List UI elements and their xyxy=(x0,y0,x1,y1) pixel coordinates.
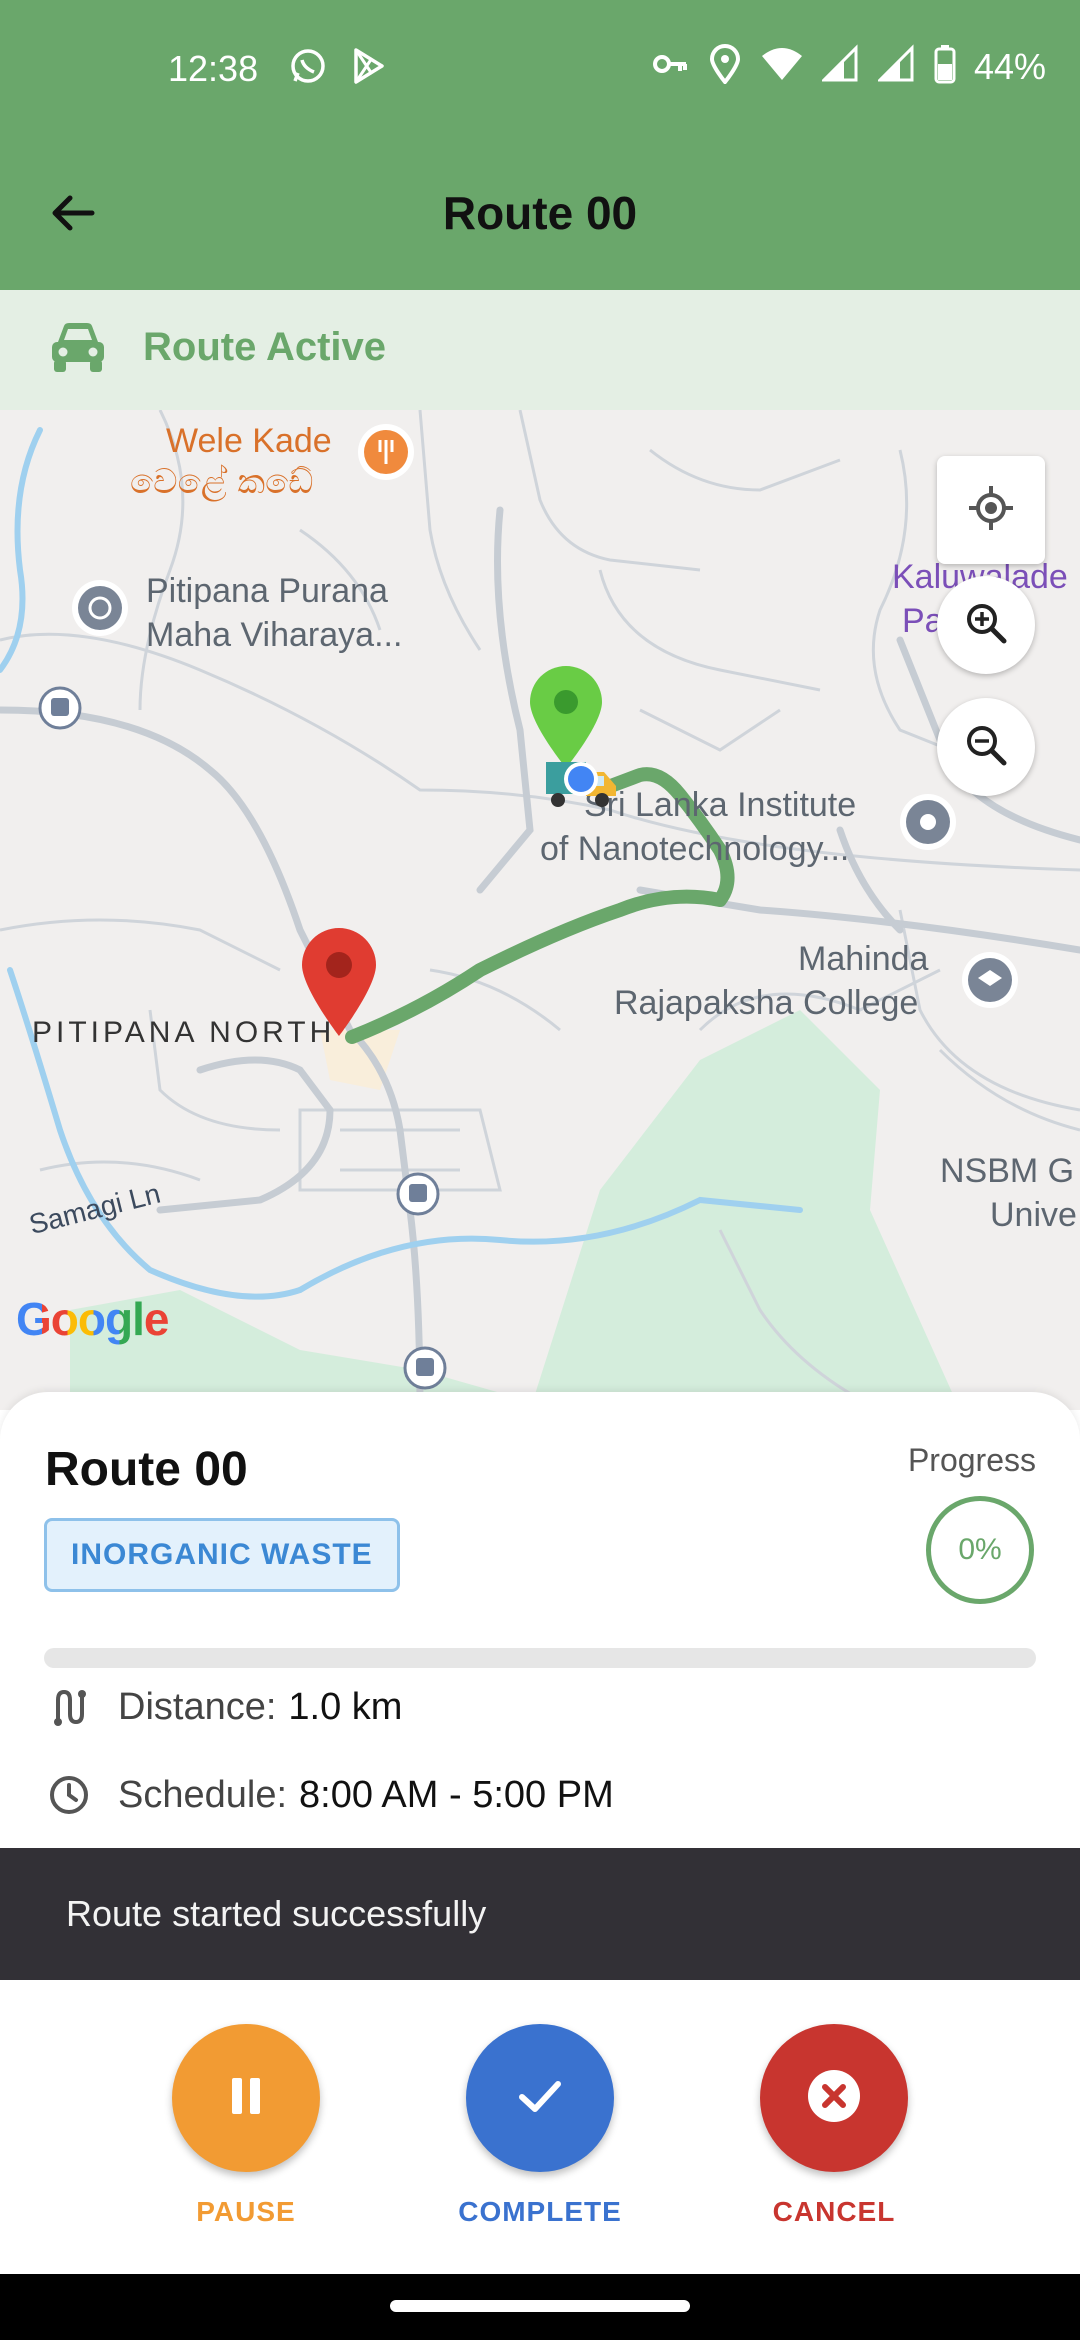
status-time: 12:38 xyxy=(168,48,259,89)
action-bar: PAUSE COMPLETE CANCEL xyxy=(0,1980,1080,2274)
system-nav-bar xyxy=(0,2274,1080,2340)
schedule-row: Schedule: 8:00 AM - 5:00 PM xyxy=(44,1770,614,1820)
poi-label-wele-kade-sinhala: වෙළේ කඩේ xyxy=(130,462,314,502)
clock-icon xyxy=(44,1770,94,1820)
cancel-icon xyxy=(804,2066,864,2131)
distance-row: Distance: 1.0 km xyxy=(44,1682,402,1732)
pause-action: PAUSE xyxy=(146,2024,346,2228)
zoom-out-icon xyxy=(964,723,1008,772)
poi-label-college-1: Mahinda xyxy=(798,940,929,978)
location-icon xyxy=(708,44,742,89)
battery-icon xyxy=(934,44,956,89)
poi-label-institute-1: Sri Lanka Institute xyxy=(584,786,857,824)
home-gesture-handle[interactable] xyxy=(390,2300,690,2312)
schedule-label: Schedule: xyxy=(118,1773,288,1816)
whatsapp-icon xyxy=(288,46,328,91)
poi-label-nsbm-1: NSBM G xyxy=(940,1152,1075,1190)
vpn-key-icon xyxy=(650,44,690,89)
wifi-icon xyxy=(760,44,804,89)
route-details-sheet: Route 00 INORGANIC WASTE Progress Distan… xyxy=(0,1392,1080,1852)
zoom-in-button[interactable] xyxy=(937,576,1035,674)
route-status-banner: Route Active xyxy=(0,290,1080,410)
pause-label: PAUSE xyxy=(196,2196,296,2227)
distance-label: Distance: xyxy=(118,1685,277,1728)
page-title: Route 00 xyxy=(442,187,638,239)
progress-bar xyxy=(44,1648,1036,1668)
cancel-button[interactable] xyxy=(760,2024,908,2172)
poi-label-wele-kade: Wele Kade xyxy=(166,422,332,460)
poi-label-college-2: Rajapaksha College xyxy=(614,984,919,1022)
signal-icon xyxy=(820,44,860,89)
waste-type-badge: INORGANIC WASTE xyxy=(44,1518,400,1592)
status-bar: 12:38 44% xyxy=(0,0,1080,140)
area-label: PITIPANA NORTH xyxy=(32,1016,336,1049)
cancel-action: CANCEL xyxy=(734,2024,934,2228)
pause-button[interactable] xyxy=(172,2024,320,2172)
signal-icon xyxy=(876,44,916,89)
route-map[interactable]: Wele Kade වෙළේ කඩේ Pitipana Purana Maha … xyxy=(0,410,1080,1410)
zoom-out-button[interactable] xyxy=(937,698,1035,796)
complete-button[interactable] xyxy=(466,2024,614,2172)
progress-indicator: 0% xyxy=(926,1496,1034,1604)
zoom-in-icon xyxy=(964,601,1008,650)
route-status-text: Route Active xyxy=(143,325,387,369)
current-location-dot xyxy=(562,760,600,803)
complete-action: COMPLETE xyxy=(440,2024,640,2228)
cancel-label: CANCEL xyxy=(772,2196,896,2227)
car-icon xyxy=(48,320,108,381)
progress-label: Progress xyxy=(907,1442,1036,1478)
my-location-button[interactable] xyxy=(937,456,1045,564)
poi-label-temple-2: Maha Viharaya... xyxy=(146,616,403,654)
distance-value: 1.0 km xyxy=(288,1685,403,1728)
app-bar: Route 00 xyxy=(0,140,1080,290)
play-store-icon xyxy=(348,46,388,91)
poi-label-institute-2: of Nanotechnology... xyxy=(540,830,850,868)
my-location-icon xyxy=(967,484,1015,537)
destination-marker-icon xyxy=(298,924,380,1045)
poi-label-nsbm-2: Unive xyxy=(990,1196,1077,1234)
route-icon xyxy=(44,1682,94,1732)
schedule-value: 8:00 AM - 5:00 PM xyxy=(299,1773,614,1816)
google-attribution: Google xyxy=(16,1293,169,1345)
poi-label-temple-1: Pitipana Purana xyxy=(146,572,388,610)
complete-label: COMPLETE xyxy=(458,2196,622,2227)
battery-percent: 44% xyxy=(973,45,1046,87)
pause-icon xyxy=(222,2072,270,2125)
check-icon xyxy=(512,2068,568,2129)
route-title: Route 00 xyxy=(45,1443,248,1496)
snackbar: Route started successfully xyxy=(0,1848,1080,1980)
